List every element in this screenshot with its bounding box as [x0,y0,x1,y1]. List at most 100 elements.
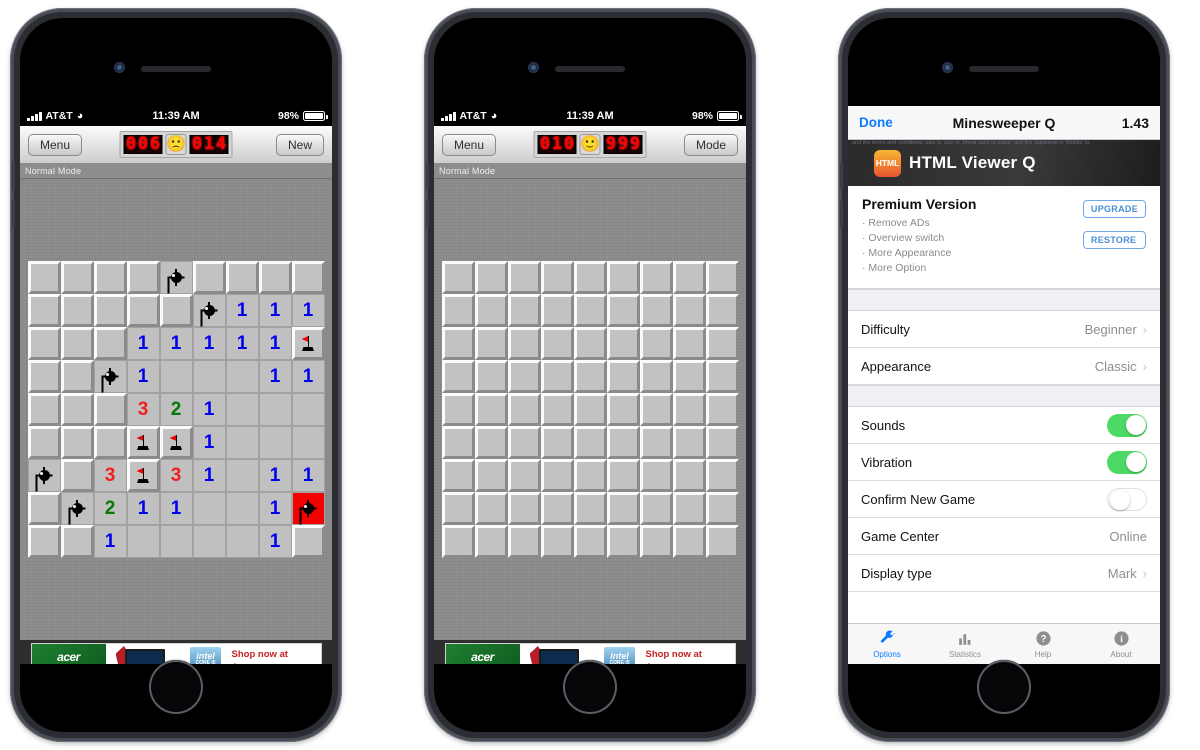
volume-down-button-3[interactable] [840,200,843,228]
minefield-cell[interactable] [225,525,259,558]
settings-row-display-type[interactable]: Display type Mark › [848,555,1160,592]
minefield-cell[interactable] [672,294,706,327]
minefield-cell[interactable] [474,261,508,294]
minefield-cell[interactable] [258,426,292,459]
minefield-cell[interactable] [540,492,574,525]
volume-down-button[interactable] [12,200,15,228]
minefield-cell[interactable] [705,426,739,459]
minefield-cell[interactable] [705,459,739,492]
minefield-cell[interactable] [540,294,574,327]
minefield-cell[interactable] [93,426,127,459]
minefield-cell[interactable] [159,525,193,558]
minefield-cell[interactable]: 1 [126,360,160,393]
menu-button-2[interactable]: Menu [442,133,497,156]
minefield-cell[interactable] [441,426,475,459]
minefield-cell[interactable]: 1 [258,525,292,558]
done-button[interactable]: Done [859,115,893,130]
minefield-cell[interactable] [639,393,673,426]
minefield-cell[interactable] [540,393,574,426]
minefield-cell[interactable]: 1 [159,327,193,360]
minefield-cell[interactable]: 1 [126,327,160,360]
minefield-cell[interactable] [474,327,508,360]
minefield-cell[interactable] [606,492,640,525]
minefield-cell[interactable]: 1 [225,327,259,360]
settings-row-confirm-new-game[interactable]: Confirm New Game [848,481,1160,518]
minefield-cell[interactable] [573,492,607,525]
minefield-cell[interactable]: 1 [192,393,226,426]
minefield-cell[interactable] [441,459,475,492]
minefield-cell[interactable] [540,525,574,558]
minefield-cell[interactable] [540,360,574,393]
minefield-cell[interactable] [225,426,259,459]
minefield-cell[interactable] [441,294,475,327]
minefield-cell[interactable]: 1 [225,294,259,327]
volume-up-button-2[interactable] [426,162,429,190]
minefield-cell[interactable] [27,459,61,492]
minefield-cell[interactable] [606,525,640,558]
minefield-cell[interactable] [606,393,640,426]
minefield-cell[interactable] [540,426,574,459]
minefield-cell[interactable] [573,525,607,558]
settings-row-game-center[interactable]: Game Center Online [848,518,1160,555]
minefield-cell[interactable] [573,261,607,294]
minefield-cell[interactable] [192,360,226,393]
minefield-cell[interactable] [27,327,61,360]
minefield-cell[interactable]: 1 [126,492,160,525]
minefield-cell[interactable] [126,459,160,492]
minefield-cell[interactable] [60,261,94,294]
minefield-cell[interactable] [192,525,226,558]
minefield-cell[interactable] [60,525,94,558]
minefield-cell[interactable] [507,525,541,558]
minefield-cell[interactable] [639,426,673,459]
volume-up-button-3[interactable] [840,162,843,190]
minefield-cell[interactable] [474,492,508,525]
minefield-cell[interactable]: 3 [126,393,160,426]
minefield-cell[interactable]: 1 [258,492,292,525]
minefield-cell[interactable] [507,393,541,426]
minefield-cell[interactable] [507,327,541,360]
tab-statistics[interactable]: Statistics [926,624,1004,664]
minefield-cell[interactable] [474,525,508,558]
ad-cta-2[interactable]: Shop now at Amazon.com ▶ [642,644,735,664]
minefield-cell[interactable] [639,492,673,525]
home-button-2[interactable] [563,660,617,714]
minefield-cell[interactable] [474,459,508,492]
minefield-cell[interactable] [540,261,574,294]
minefield-cell[interactable] [93,360,127,393]
minefield-cell[interactable] [573,294,607,327]
minefield-cell[interactable] [639,294,673,327]
minefield-cell[interactable] [507,459,541,492]
minefield-cell[interactable] [192,492,226,525]
minefield-cell[interactable] [27,360,61,393]
minefield-cell[interactable]: 2 [93,492,127,525]
minefield-cell[interactable] [27,294,61,327]
minefield-cell[interactable] [606,261,640,294]
minefield-cell[interactable] [291,525,325,558]
minefield-cell[interactable] [159,360,193,393]
minefield-cell[interactable] [93,261,127,294]
minefield-cell[interactable] [672,327,706,360]
minefield-cell[interactable]: 1 [258,294,292,327]
minefield-cell[interactable] [474,294,508,327]
minefield-cell[interactable] [705,261,739,294]
minefield-cell[interactable] [705,360,739,393]
minefield-cell[interactable] [507,492,541,525]
minefield-cell[interactable] [159,294,193,327]
settings-row-difficulty[interactable]: Difficulty Beginner › [848,311,1160,348]
minefield-cell[interactable] [441,360,475,393]
minefield-cell[interactable] [93,327,127,360]
minefield-cell[interactable] [573,459,607,492]
minefield-cell[interactable] [60,492,94,525]
minefield-cell[interactable]: 2 [159,393,193,426]
minefield-cell[interactable] [60,294,94,327]
minefield-cell[interactable] [606,426,640,459]
minefield-cell[interactable] [474,393,508,426]
minefield-cell[interactable]: 1 [192,426,226,459]
minefield-cell[interactable] [225,393,259,426]
minefield-cell[interactable] [705,525,739,558]
face-button-2[interactable]: 🙂 [579,134,601,155]
minefield-cell[interactable] [441,492,475,525]
toggle-switch[interactable] [1107,413,1147,437]
minefield-cell[interactable]: 1 [291,360,325,393]
minefield-area-2[interactable] [434,179,746,640]
